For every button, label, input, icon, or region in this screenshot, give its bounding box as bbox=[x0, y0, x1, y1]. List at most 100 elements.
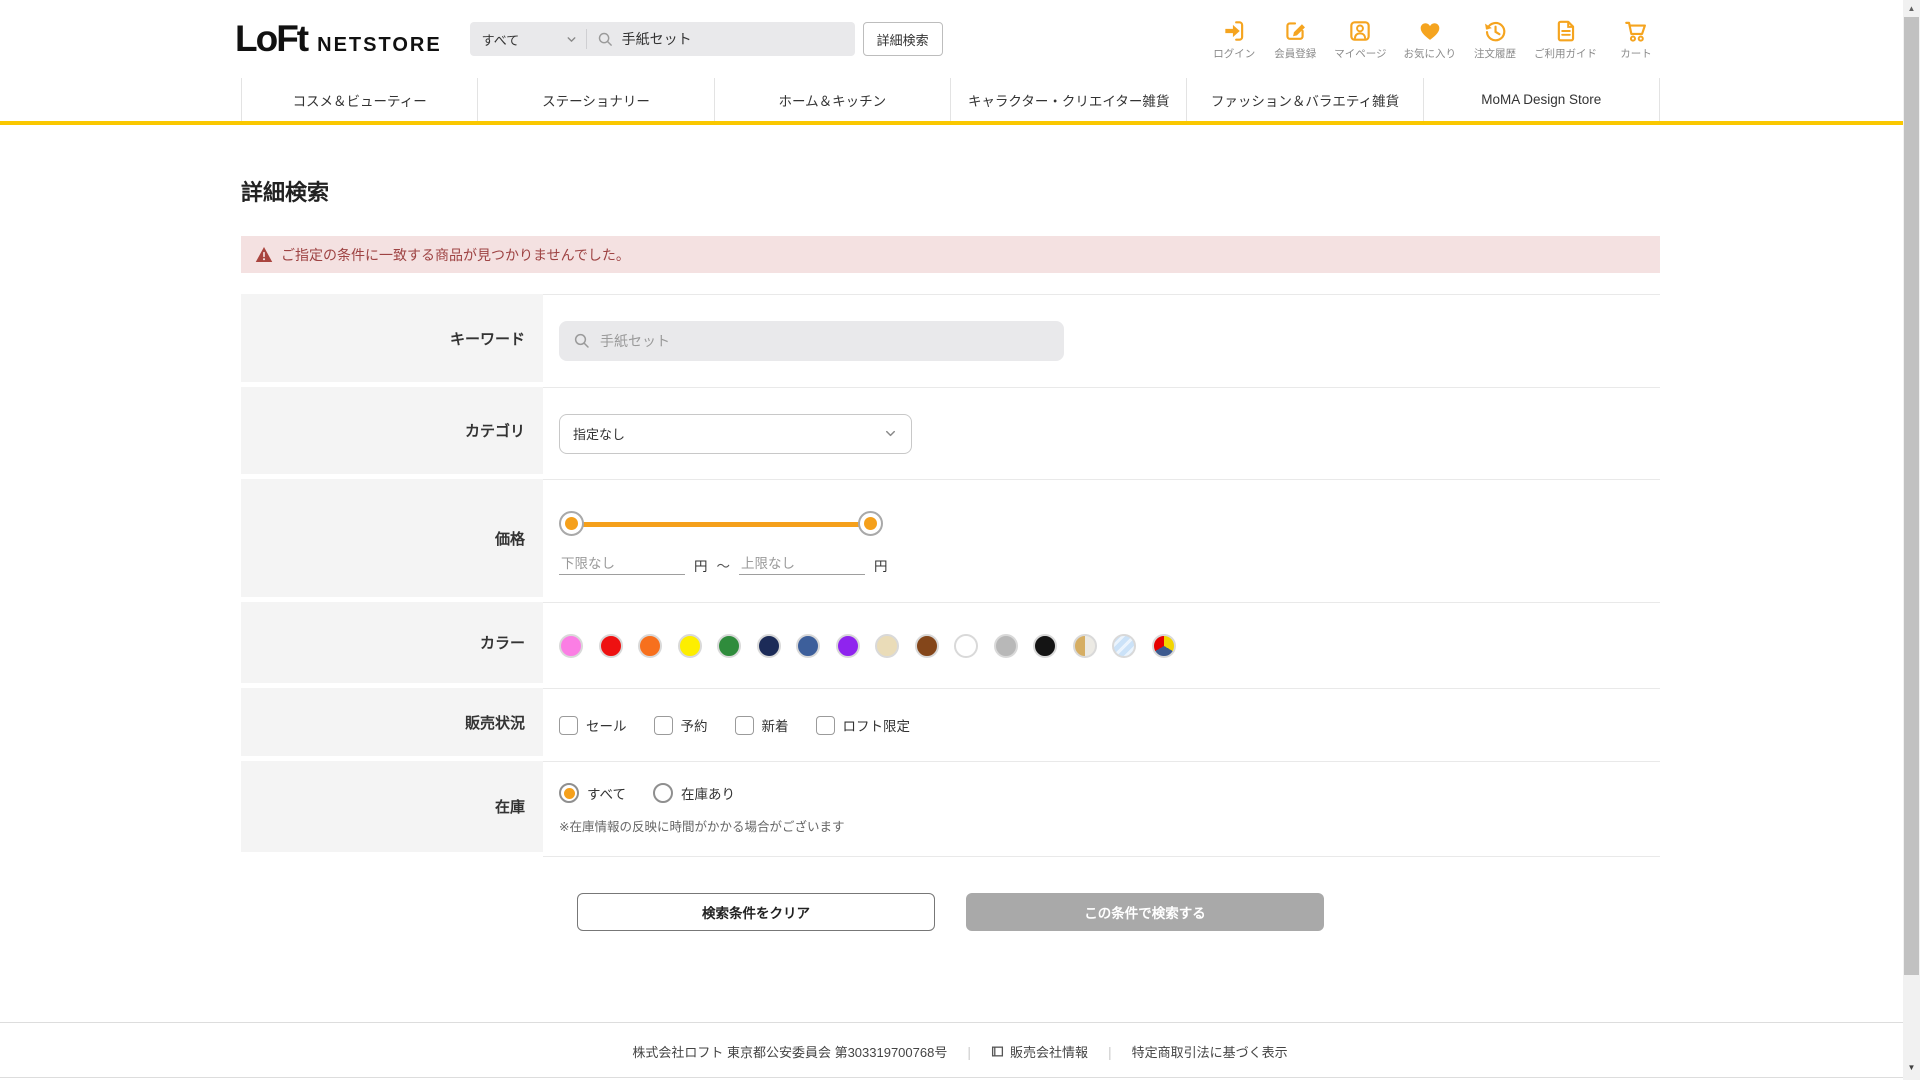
quicklink-order-history[interactable]: 注文履歴 bbox=[1473, 18, 1517, 61]
color-swatch-white[interactable] bbox=[954, 633, 978, 658]
color-swatch-red[interactable] bbox=[598, 633, 623, 658]
stock-row: 在庫 すべて 在庫あり ※在庫情報の反映に時間がかかる場合がございます bbox=[241, 761, 1660, 857]
quicklink-label: 会員登録 bbox=[1274, 47, 1317, 60]
price-max-input[interactable] bbox=[739, 553, 865, 575]
advanced-search-form: キーワード カテゴリ 指定なし 価格 bbox=[241, 294, 1660, 857]
footer-links: | 販売会社情報 | 特定商取引法に基づく表示 bbox=[967, 1042, 1287, 1061]
search-category-value: すべて bbox=[481, 32, 520, 48]
status-label: 販売状況 bbox=[241, 688, 543, 761]
nav-item-3[interactable]: キャラクター・クリエイター雑貨 bbox=[949, 78, 1186, 121]
stock-option-0[interactable]: すべて bbox=[559, 783, 626, 803]
category-label: カテゴリ bbox=[241, 387, 543, 479]
quicklink-label: マイページ bbox=[1334, 47, 1387, 60]
stock-option-1[interactable]: 在庫あり bbox=[653, 783, 735, 803]
price-separator: ～ bbox=[716, 559, 731, 574]
keyword-field-wrap bbox=[559, 321, 1064, 361]
warning-icon bbox=[255, 247, 273, 262]
quicklink-label: 注文履歴 bbox=[1474, 47, 1516, 60]
quicklink-heart[interactable]: お気に入り bbox=[1403, 18, 1457, 61]
quicklink-mypage[interactable]: マイページ bbox=[1334, 18, 1387, 61]
checkbox-label: ロフト限定 bbox=[842, 719, 911, 734]
radio-label: 在庫あり bbox=[681, 787, 736, 802]
vertical-scrollbar[interactable]: ▲ ▼ bbox=[1903, 0, 1920, 1080]
checkbox-unchecked[interactable] bbox=[734, 715, 754, 735]
color-swatch-purple[interactable] bbox=[835, 633, 860, 658]
footer-link-0[interactable]: 販売会社情報 bbox=[991, 1042, 1088, 1061]
nav-item-4[interactable]: ファッション＆バラエティ雑貨 bbox=[1186, 78, 1422, 121]
scrollbar-down-arrow[interactable]: ▼ bbox=[1903, 1059, 1920, 1076]
quicklink-cart[interactable]: カート bbox=[1614, 18, 1658, 61]
color-swatch-black[interactable] bbox=[1033, 633, 1057, 658]
color-swatch-yellow[interactable] bbox=[677, 633, 702, 658]
quicklink-label: ログイン bbox=[1213, 47, 1256, 60]
checkbox-unchecked[interactable] bbox=[559, 715, 578, 735]
loft-logo[interactable]: LoFt NETSTORE bbox=[235, 18, 442, 60]
status-option-2[interactable]: 新着 bbox=[734, 715, 789, 735]
nav-item-1[interactable]: ステーショナリー bbox=[477, 78, 713, 121]
color-swatch-beige[interactable] bbox=[875, 633, 899, 658]
footer-link-1[interactable]: 特定商取引法に基づく表示 bbox=[1132, 1042, 1288, 1061]
search-icon bbox=[574, 333, 589, 348]
quicklink-label: カート bbox=[1620, 47, 1652, 60]
status-option-1[interactable]: 予約 bbox=[653, 715, 708, 735]
brand-rule bbox=[0, 121, 1920, 125]
nav-item-label: キャラクター・クリエイター雑貨 bbox=[967, 93, 1170, 109]
error-message-bar: ご指定の条件に一致する商品が見つかりませんでした。 bbox=[241, 236, 1660, 273]
quick-links: ログイン 会員登録 マイページ お気に入り 注文履歴 ご利用ガイド カート bbox=[1212, 18, 1658, 61]
nav-item-label: ホーム＆キッチン bbox=[778, 93, 887, 109]
quicklink-register[interactable]: 会員登録 bbox=[1273, 18, 1317, 61]
quicklink-guide[interactable]: ご利用ガイド bbox=[1534, 18, 1597, 61]
color-swatches bbox=[559, 633, 1660, 658]
logo-word: NETSTORE bbox=[317, 34, 442, 56]
color-swatch-multicolor[interactable] bbox=[1151, 633, 1176, 658]
color-swatch-orange[interactable] bbox=[638, 633, 662, 658]
color-swatch-gold-silver[interactable] bbox=[1072, 633, 1097, 658]
color-swatch-clear[interactable] bbox=[1112, 633, 1136, 658]
checkbox-unchecked[interactable] bbox=[815, 715, 835, 735]
page-title: 詳細検索 bbox=[241, 180, 330, 205]
color-swatch-gray[interactable] bbox=[993, 633, 1018, 658]
checkbox-label: 予約 bbox=[680, 719, 708, 734]
order-history-icon bbox=[1482, 18, 1508, 44]
price-min-input[interactable] bbox=[559, 553, 685, 575]
category-row: カテゴリ 指定なし bbox=[241, 387, 1660, 479]
slider-handle-min[interactable] bbox=[559, 511, 584, 536]
search-category-dropdown[interactable]: すべて bbox=[470, 30, 586, 49]
radio-unselected[interactable] bbox=[653, 783, 674, 803]
clear-conditions-button[interactable]: 検索条件をクリア bbox=[577, 893, 935, 931]
color-swatch-blue[interactable] bbox=[796, 633, 820, 658]
nav-item-2[interactable]: ホーム＆キッチン bbox=[713, 78, 950, 121]
status-option-0[interactable]: セール bbox=[559, 715, 627, 735]
status-options: セール 予約 新着 ロフト限定 bbox=[559, 715, 1660, 735]
color-swatch-brown[interactable] bbox=[914, 633, 939, 658]
advanced-search-button[interactable]: 詳細検索 bbox=[862, 22, 943, 56]
search-with-conditions-button[interactable]: この条件で検索する bbox=[966, 893, 1324, 931]
nav-item-label: MoMA Design Store bbox=[1481, 92, 1602, 107]
mypage-icon bbox=[1347, 18, 1373, 44]
radio-selected[interactable] bbox=[559, 783, 579, 803]
quicklink-login[interactable]: ログイン bbox=[1212, 18, 1256, 61]
error-message-text: ご指定の条件に一致する商品が見つかりませんでした。 bbox=[281, 246, 630, 263]
company-icon bbox=[991, 1045, 1004, 1058]
color-swatch-navy[interactable] bbox=[756, 633, 781, 658]
nav-item-0[interactable]: コスメ＆ビューティー bbox=[241, 78, 477, 121]
chevron-down-icon bbox=[567, 36, 576, 42]
category-select[interactable]: 指定なし bbox=[559, 413, 912, 454]
color-swatch-green[interactable] bbox=[717, 633, 741, 658]
nav-item-label: ファッション＆バラエティ雑貨 bbox=[1210, 93, 1400, 109]
guide-icon bbox=[1553, 18, 1579, 44]
checkbox-unchecked[interactable] bbox=[653, 715, 673, 735]
footer-separator: | bbox=[967, 1043, 971, 1060]
nav-item-5[interactable]: MoMA Design Store bbox=[1422, 78, 1660, 121]
scrollbar-up-arrow[interactable]: ▲ bbox=[1903, 0, 1920, 17]
slider-handle-max[interactable] bbox=[858, 511, 883, 536]
status-option-3[interactable]: ロフト限定 bbox=[815, 715, 911, 735]
quicklink-label: お気に入り bbox=[1403, 47, 1457, 60]
keyword-input[interactable] bbox=[600, 333, 1064, 349]
scrollbar-thumb[interactable] bbox=[1904, 17, 1919, 975]
logo-mark: LoFt bbox=[235, 18, 309, 59]
color-swatch-pink[interactable] bbox=[559, 633, 583, 658]
header-search-input[interactable] bbox=[621, 31, 822, 47]
stock-options: すべて 在庫あり bbox=[559, 783, 1660, 803]
footer-company-text: 株式会社ロフト 東京都公安委員会 第303319700768号 bbox=[632, 1045, 948, 1060]
